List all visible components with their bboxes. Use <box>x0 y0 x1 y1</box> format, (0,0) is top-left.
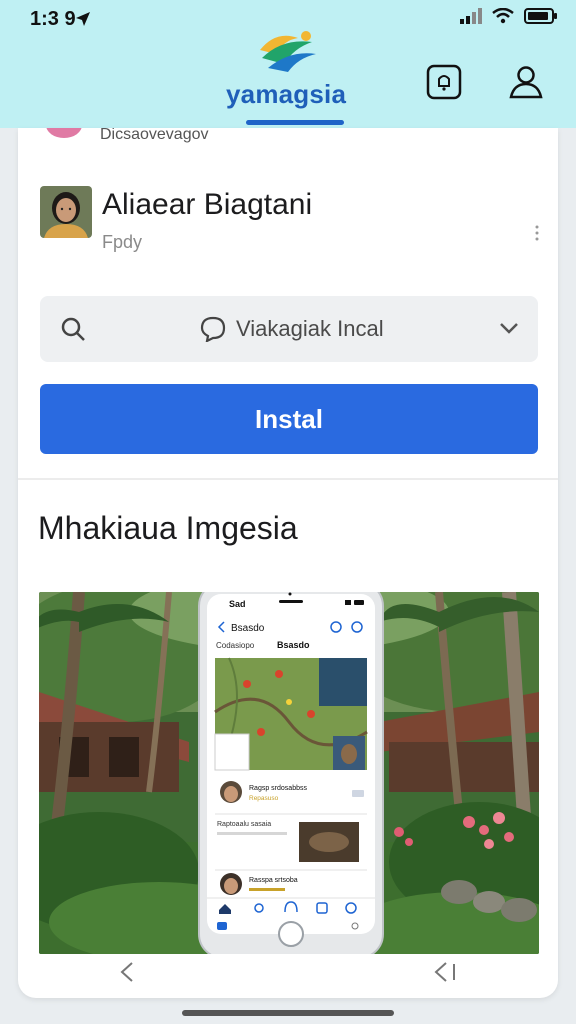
logo-mark-icon <box>260 31 316 72</box>
mockup-tab-1: Codasiopo <box>216 641 255 650</box>
app-logo[interactable]: yamagsia <box>226 28 347 109</box>
mockup-status-time: Sad <box>229 599 246 609</box>
home-indicator[interactable] <box>182 1010 394 1016</box>
notification-icon[interactable] <box>426 64 462 100</box>
profile-icon[interactable] <box>508 64 544 100</box>
location-arrow-icon <box>76 12 90 26</box>
profile-name: Aliaear Biagtani <box>102 188 313 221</box>
app-header: 1:3 9 yamagsia <box>0 0 576 128</box>
install-button[interactable]: Instal <box>40 384 538 454</box>
mockup-row-1-sub: Repasuso <box>249 795 279 802</box>
search-text: Viakagiak Incal <box>236 316 384 341</box>
active-tab-indicator <box>246 120 344 125</box>
content-card: Dicsaovevagov Aliaear Biagtani Fpdy Viak… <box>18 128 558 998</box>
battery-icon <box>524 8 557 24</box>
section-divider <box>18 478 558 480</box>
chat-bubble-icon <box>200 316 226 342</box>
section-title: Mhakiaua Imgesia <box>38 510 298 546</box>
mockup-tab-2: Bsasdo <box>277 640 310 650</box>
app-screen: 1:3 9 yamagsia Dicsaovevagov Aliaear Bia… <box>0 0 576 1024</box>
status-time: 1:3 9 <box>30 8 76 30</box>
wifi-icon <box>492 8 514 24</box>
search-icon <box>61 317 85 341</box>
more-options-icon[interactable] <box>534 224 540 242</box>
mockup-row-1-title: Ragsp srdosabbss <box>249 785 307 792</box>
chevron-down-icon[interactable] <box>498 320 520 336</box>
signal-icon <box>460 8 482 24</box>
profile-subtitle: Fpdy <box>102 232 143 252</box>
mockup-row-3-title: Rasspa srtsoba <box>249 877 298 884</box>
mockup-back-label: Bsasdo <box>231 623 265 634</box>
app-name: yamagsia <box>226 79 347 109</box>
forward-arrow-icon[interactable] <box>432 960 458 984</box>
hero-image: Sad Bsasdo Codasiopo Bsasdo Ragsp srdosa… <box>39 592 539 954</box>
previous-item-caption: Dicsaovevagov <box>100 128 209 143</box>
previous-item-avatar <box>46 128 82 138</box>
phone-mockup: Sad Bsasdo Codasiopo Bsasdo Ragsp srdosa… <box>198 592 384 954</box>
search-field[interactable]: Viakagiak Incal <box>40 296 538 362</box>
mockup-row-2-title: Raptoaalu sasaia <box>217 821 271 828</box>
status-icons <box>460 8 558 24</box>
back-arrow-icon[interactable] <box>118 960 136 984</box>
user-avatar[interactable] <box>40 186 92 238</box>
